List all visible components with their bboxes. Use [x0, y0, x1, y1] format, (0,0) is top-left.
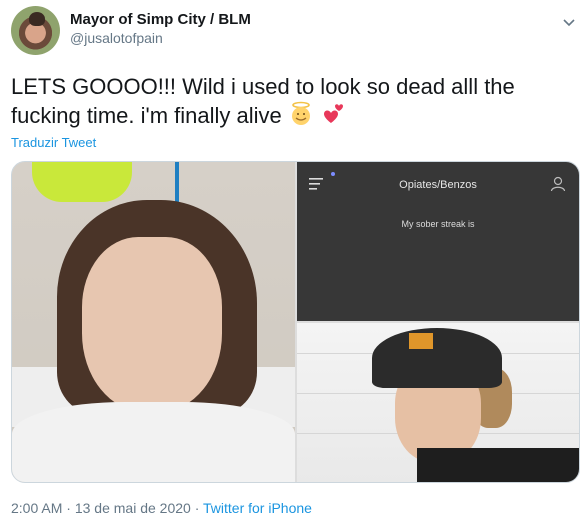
user-icon — [550, 176, 566, 192]
meta-separator: · — [194, 500, 200, 516]
cap-logo — [409, 333, 433, 349]
photo-before[interactable] — [12, 162, 295, 482]
tweet-body: LETS GOOOO!!! Wild i used to look so dea… — [11, 74, 515, 128]
sober-app-screenshot[interactable]: Opiates/Benzos My sober streak is — [297, 162, 579, 321]
app-title: Opiates/Benzos — [399, 179, 477, 191]
tweet-source-link[interactable]: Twitter for iPhone — [203, 500, 312, 516]
sober-streak-text: My sober streak is — [401, 219, 475, 229]
tweet-meta: 2:00 AM · 13 de mai de 2020 · Twitter fo… — [11, 500, 312, 516]
notification-dot — [331, 172, 335, 176]
display-name[interactable]: Mayor of Simp City / BLM — [70, 11, 251, 28]
face-shape — [82, 237, 222, 412]
hanger-shape — [32, 162, 132, 202]
angel-emoji-icon — [291, 101, 310, 125]
shirt-shape — [12, 402, 295, 482]
translate-tweet-link[interactable]: Traduzir Tweet — [11, 135, 96, 150]
shirt-shape — [417, 448, 579, 482]
avatar[interactable] — [11, 6, 60, 55]
cap-shape — [372, 328, 502, 388]
meta-separator: · — [66, 500, 71, 516]
handle[interactable]: @jusalotofpain — [70, 30, 163, 46]
media-grid: Opiates/Benzos My sober streak is — [11, 161, 580, 483]
chevron-down-icon[interactable] — [561, 14, 577, 30]
tweet-text: LETS GOOOO!!! Wild i used to look so dea… — [11, 72, 571, 130]
photo-after[interactable] — [297, 323, 579, 482]
two-hearts-emoji-icon — [324, 104, 343, 123]
tweet-time[interactable]: 2:00 AM — [11, 500, 62, 516]
tweet-date[interactable]: 13 de mai de 2020 — [75, 500, 191, 516]
